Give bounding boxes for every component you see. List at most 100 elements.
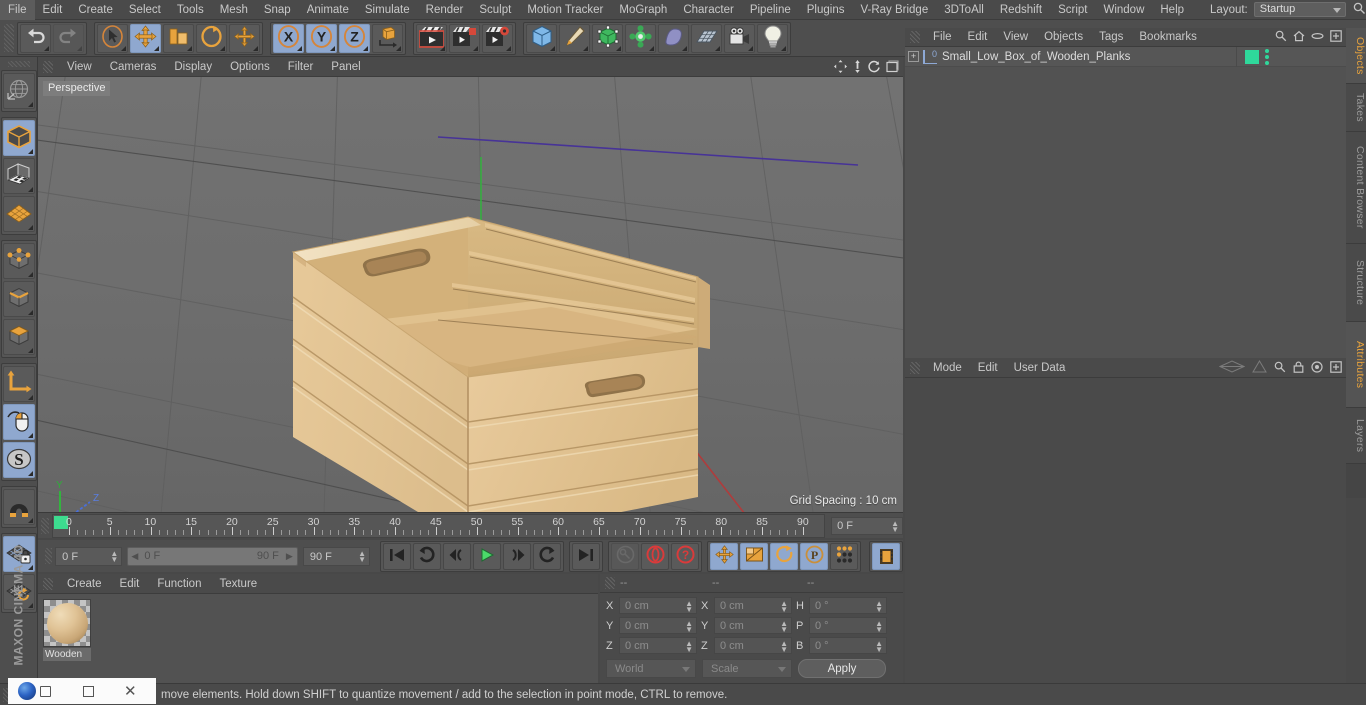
menu-edit[interactable]: Edit [35,0,71,20]
attribute-content[interactable] [905,378,1346,683]
spline-pen-button[interactable] [559,23,590,53]
home-icon[interactable] [1293,30,1305,45]
menu-help[interactable]: Help [1152,0,1192,20]
render-view-button[interactable] [416,23,447,53]
rot-b-field[interactable]: 0 ° ▲ ▼ [809,637,887,654]
pan-icon[interactable] [834,60,847,76]
layout-select[interactable]: Startup [1253,2,1346,17]
menu-animate[interactable]: Animate [299,0,357,20]
floor-button[interactable] [691,23,722,53]
eye-flat-icon[interactable] [1218,360,1246,376]
playbar-grip[interactable] [45,548,53,564]
tab-structure[interactable]: Structure [1346,244,1366,322]
spinner-icon[interactable]: ▲ ▼ [110,549,118,563]
spinner-icon[interactable]: ▲ ▼ [685,620,693,634]
soft-selection-button[interactable]: S [2,442,35,478]
cone-icon[interactable] [1252,360,1267,376]
previous-key-button[interactable] [443,542,471,570]
redo-button[interactable] [53,23,84,53]
pos-y-field[interactable]: 0 cm ▲ ▼ [619,617,697,634]
object-menu-view[interactable]: View [995,28,1036,47]
menu-window[interactable]: Window [1095,0,1152,20]
apply-button[interactable]: Apply [798,659,886,678]
object-menu-tags[interactable]: Tags [1091,28,1131,47]
key-position-button[interactable] [710,542,738,570]
current-frame-field[interactable]: 0 F ▲ ▼ [55,546,123,566]
object-menu-objects[interactable]: Objects [1036,28,1091,47]
timeline-frame-field[interactable]: 0 F ▲ ▼ [831,516,903,535]
menu-mograph[interactable]: MoGraph [611,0,675,20]
menu-script[interactable]: Script [1050,0,1095,20]
deformer-button[interactable] [625,23,656,53]
maximize-icon[interactable] [83,685,94,697]
live-selection-button[interactable] [97,23,128,53]
material-menu-function[interactable]: Function [148,574,210,594]
size-x-field[interactable]: 0 cm ▲ ▼ [714,597,792,614]
object-tree[interactable]: + 0 Small_Low_Box_of_Wooden_Planks [905,46,1346,358]
texture-mode-button[interactable] [2,158,35,194]
material-item-wooden[interactable]: Wooden [43,599,91,661]
light-button[interactable] [757,23,788,53]
viewport-3d[interactable]: Perspective Y Z Grid Spacing: 10 cm [38,77,903,512]
points-mode-button[interactable] [2,243,35,279]
object-mode-button[interactable] [2,120,35,156]
spinner-icon[interactable]: ▲ ▼ [875,600,883,614]
menu-select[interactable]: Select [121,0,169,20]
size-y-field[interactable]: 0 cm ▲ ▼ [714,617,792,634]
preview-range-slider[interactable]: ◀ 0 F 90 F ▶ [127,546,298,566]
viewport-menu-cameras[interactable]: Cameras [101,57,166,77]
autokey-button[interactable] [611,542,639,570]
add-panel-icon[interactable] [1330,30,1342,45]
primitive-cube-button[interactable] [526,23,557,53]
size-z-field[interactable]: 0 cm ▲ ▼ [714,637,792,654]
lock-icon[interactable] [1293,361,1304,376]
expand-toggle-icon[interactable]: + [908,51,919,62]
next-key-button[interactable] [503,542,531,570]
viewport-menu-grip[interactable] [43,60,53,73]
rot-p-field[interactable]: 0 ° ▲ ▼ [809,617,887,634]
menu-render[interactable]: Render [418,0,472,20]
material-menu-texture[interactable]: Texture [210,574,266,594]
rotate-button[interactable] [196,23,227,53]
range-right-arrow-icon[interactable]: ▶ [286,551,293,562]
tab-objects[interactable]: Objects [1346,28,1366,84]
axis-modify-button[interactable] [2,366,35,402]
move-button[interactable] [130,23,161,53]
tag-dots-icon[interactable] [1265,48,1269,65]
spinner-icon[interactable]: ▲ ▼ [780,620,788,634]
tab-takes[interactable]: Takes [1346,84,1366,132]
spinner-icon[interactable]: ▲ ▼ [875,620,883,634]
timeline-button[interactable] [872,542,900,570]
render-region-button[interactable] [449,23,480,53]
attribute-menu-edit[interactable]: Edit [970,358,1006,378]
coordinates-grip[interactable] [605,577,615,589]
tab-layers[interactable]: Layers [1346,408,1366,464]
spinner-icon[interactable]: ▲ ▼ [685,600,693,614]
menu-tools[interactable]: Tools [169,0,212,20]
scene-object-button[interactable] [658,23,689,53]
menu-file[interactable]: File [0,0,35,20]
attribute-menu-grip[interactable] [910,361,920,374]
viewport-solo-mouse-button[interactable] [2,404,35,440]
scale-button[interactable] [163,23,194,53]
world-object-button[interactable] [372,23,403,53]
coord-mode-select[interactable]: Scale [702,659,792,678]
viewport-menu-filter[interactable]: Filter [279,57,323,77]
restore-icon[interactable] [40,685,51,697]
spinner-icon[interactable]: ▲ ▼ [780,640,788,654]
spinner-icon[interactable]: ▲ ▼ [685,640,693,654]
timeline-grip[interactable] [41,517,49,534]
menu-v-ray-bridge[interactable]: V-Ray Bridge [852,0,936,20]
key-scale-button[interactable] [740,542,768,570]
table-row[interactable]: + 0 Small_Low_Box_of_Wooden_Planks [905,46,1346,67]
lock-y-button[interactable]: Y [306,23,337,53]
go-to-start-button[interactable] [383,542,411,570]
camera-button[interactable] [724,23,755,53]
viewport-menu-panel[interactable]: Panel [322,57,369,77]
world-axis-button[interactable] [2,73,35,109]
viewport-menu-view[interactable]: View [58,57,101,77]
menu-snap[interactable]: Snap [256,0,299,20]
menu-sculpt[interactable]: Sculpt [471,0,519,20]
tab-content-browser[interactable]: Content Browser [1346,132,1366,244]
end-frame-field[interactable]: 90 F ▲ ▼ [302,546,370,566]
